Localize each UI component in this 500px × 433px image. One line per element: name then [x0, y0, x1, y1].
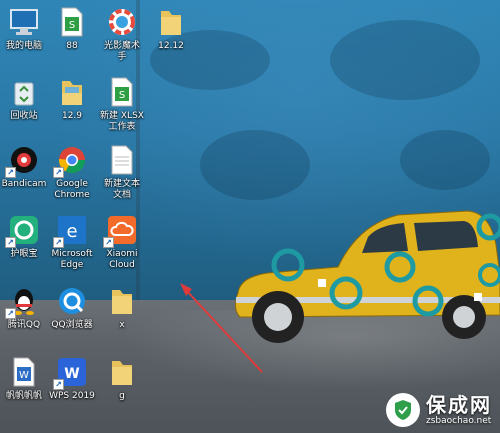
desktop-icon-new-xlsx[interactable]: S 新建 XLSX 工作表 — [96, 74, 148, 136]
desktop-icon-label: 12.12 — [158, 41, 184, 51]
svg-text:e: e — [66, 221, 77, 242]
wps-icon: W ↗ — [53, 356, 88, 390]
desktop-icon-fanfan[interactable]: W 帆帆帆帆 — [0, 354, 50, 416]
shortcut-arrow-icon: ↗ — [5, 237, 16, 248]
shortcut-arrow-icon: ↗ — [103, 237, 114, 248]
desktop-icon-xiaomi-cloud[interactable]: ↗ Xiaomi Cloud — [96, 212, 148, 274]
desktop-icon-label: Xiaomi Cloud — [106, 249, 138, 270]
shield-check-icon — [386, 393, 420, 427]
svg-text:S: S — [69, 20, 75, 31]
desktop-icon-label: x — [119, 320, 125, 330]
desktop-icon-1212[interactable]: 12.12 — [145, 4, 197, 66]
folder-image-icon — [56, 76, 88, 108]
qq-penguin-icon: ↗ — [5, 285, 40, 319]
desktop-icon-g[interactable]: g — [96, 354, 148, 416]
chrome-icon: ↗ — [53, 144, 88, 178]
desktop-icon-new-text[interactable]: 新建文本 文档 — [96, 142, 148, 204]
word-document-icon: W — [8, 356, 40, 388]
shortcut-arrow-icon: ↗ — [53, 237, 64, 248]
desktop-icon-label: 新建 XLSX 工作表 — [100, 111, 144, 132]
car-wallpaper-image — [234, 210, 500, 343]
svg-text:S: S — [119, 90, 125, 101]
svg-text:W: W — [64, 366, 79, 382]
recycle-bin-icon — [8, 76, 40, 108]
bandicam-icon: ↗ — [5, 144, 40, 178]
desktop-icon-x[interactable]: x — [96, 283, 148, 345]
desktop-icon-qq[interactable]: ↗ 腾讯QQ — [0, 283, 50, 345]
desktop-icon-recycle-bin[interactable]: 回收站 — [0, 74, 50, 136]
spreadsheet-file-icon: S — [56, 6, 88, 38]
spreadsheet-file-icon: S — [106, 76, 138, 108]
svg-text:W: W — [19, 370, 29, 381]
shortcut-arrow-icon: ↗ — [5, 308, 16, 319]
edge-icon: e ↗ — [53, 214, 88, 248]
cloud-icon: ↗ — [103, 214, 138, 248]
folder-icon — [106, 285, 138, 317]
eye-care-icon: ↗ — [5, 214, 40, 248]
site-watermark: 保成网 zsbaochao.net — [386, 393, 492, 427]
watermark-url: zsbaochao.net — [426, 416, 492, 426]
qq-browser-icon — [56, 285, 88, 317]
desktop-icon-wps[interactable]: W ↗ WPS 2019 — [46, 354, 98, 416]
shortcut-arrow-icon: ↗ — [53, 167, 64, 178]
desktop-icon-label: g — [119, 391, 125, 401]
aperture-icon — [106, 6, 138, 38]
folder-icon — [155, 6, 187, 38]
watermark-title: 保成网 — [426, 393, 492, 417]
desktop-icon-guangying[interactable]: 光影魔术 手 — [96, 4, 148, 66]
text-file-icon — [106, 144, 138, 176]
desktop-icon-qq-browser[interactable]: QQ浏览器 — [46, 283, 98, 345]
desktop-icon-label: 新建文本 文档 — [103, 179, 140, 200]
computer-icon — [8, 6, 40, 38]
desktop-icon-my-computer[interactable]: 我的电脑 — [0, 4, 50, 66]
shortcut-arrow-icon: ↗ — [53, 379, 64, 390]
folder-icon — [106, 356, 138, 388]
shortcut-arrow-icon: ↗ — [5, 167, 16, 178]
